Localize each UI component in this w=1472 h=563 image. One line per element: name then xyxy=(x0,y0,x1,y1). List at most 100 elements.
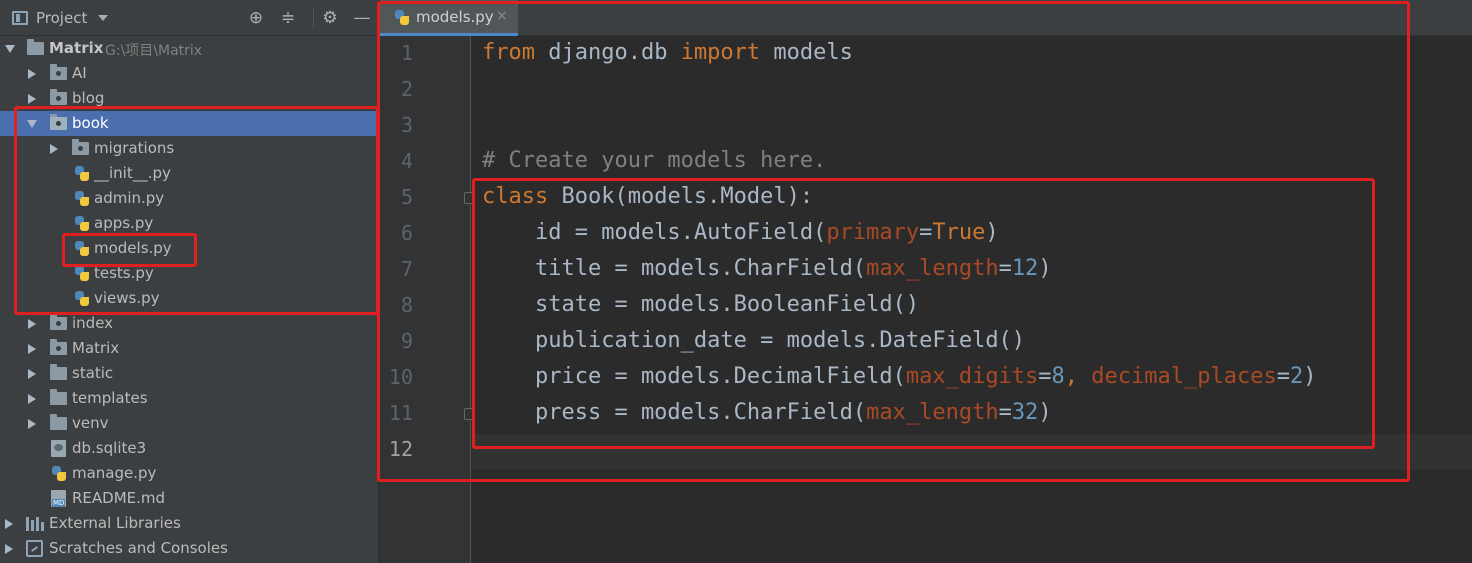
expand-arrow-icon[interactable] xyxy=(27,120,37,128)
collapse-all-icon[interactable]: ≑ xyxy=(278,8,298,28)
line-number: 12 xyxy=(388,437,413,461)
python-file-icon xyxy=(74,265,90,282)
markdown-file-icon: MD xyxy=(51,490,66,507)
tree-item-label: Scratches and Consoles xyxy=(49,539,228,557)
scratches-icon xyxy=(26,540,43,557)
code-line-9: publication_date = models.DateField() xyxy=(482,328,1026,353)
tree-item-blog[interactable]: blog xyxy=(0,86,378,111)
code-token: price = models.DecimalField( xyxy=(482,364,906,389)
toolbar-divider xyxy=(313,8,314,28)
line-number: 8 xyxy=(400,293,413,317)
code-token: ) xyxy=(1038,400,1052,425)
collapse-arrow-icon[interactable] xyxy=(28,369,36,379)
chevron-down-icon[interactable] xyxy=(98,15,108,21)
tree-item-ai[interactable]: AI xyxy=(0,61,378,86)
tree-item-label: README.md xyxy=(72,489,166,507)
tree-item-readme-md[interactable]: MD README.md xyxy=(0,486,378,511)
code-token: = xyxy=(1276,364,1290,389)
project-panel-header: Project ⊕ ≑ ⚙ — xyxy=(0,0,379,36)
number-token: 2 xyxy=(1289,364,1304,389)
line-number: 3 xyxy=(400,113,413,137)
number-token: 8 xyxy=(1051,364,1065,389)
tree-item-init-py[interactable]: __init__.py xyxy=(0,161,378,186)
tree-item-migrations[interactable]: migrations xyxy=(0,136,378,161)
tree-item-label: static xyxy=(72,364,114,382)
code-token: title = models.CharField( xyxy=(482,256,867,281)
code-line-4: # Create your models here. xyxy=(482,148,826,173)
line-number: 10 xyxy=(388,365,413,389)
locate-icon[interactable]: ⊕ xyxy=(246,8,266,28)
tree-item-external-libraries[interactable]: External Libraries xyxy=(0,511,378,536)
line-number-gutter: 1 2 3 4 5 6 7 8 9 10 11 12 xyxy=(380,36,475,563)
code-line-10: price = models.DecimalField(max_digits=8… xyxy=(482,364,1317,389)
collapse-arrow-icon[interactable] xyxy=(28,319,36,329)
comment-token: # Create your models here. xyxy=(482,148,827,173)
code-token: ) xyxy=(1038,256,1052,281)
tree-item-models-py[interactable]: models.py xyxy=(0,236,378,261)
tree-item-label: Matrix xyxy=(49,39,104,57)
tree-item-manage-py[interactable]: manage.py xyxy=(0,461,378,486)
code-token: = xyxy=(998,256,1012,281)
tree-item-views-py[interactable]: views.py xyxy=(0,286,378,311)
collapse-arrow-icon[interactable] xyxy=(5,544,13,554)
keyword-token: class xyxy=(482,184,549,209)
project-view-selector[interactable]: Project xyxy=(36,9,87,27)
tree-item-label: Matrix xyxy=(72,339,120,357)
tree-item-label: blog xyxy=(72,89,105,107)
python-file-icon xyxy=(74,240,90,257)
param-token: primary xyxy=(826,220,920,245)
package-folder-icon xyxy=(50,114,67,130)
tree-item-book[interactable]: book xyxy=(0,111,378,136)
project-icon xyxy=(12,11,28,25)
code-line-6: id = models.AutoField(primary=True) xyxy=(482,220,999,245)
collapse-arrow-icon[interactable] xyxy=(50,144,58,154)
number-token: 32 xyxy=(1011,400,1039,425)
tree-item-index[interactable]: index xyxy=(0,311,378,336)
tree-item-venv[interactable]: venv xyxy=(0,411,378,436)
code-line-11: press = models.CharField(max_length=32) xyxy=(482,400,1052,425)
tree-item-matrix[interactable]: Matrix xyxy=(0,336,378,361)
tree-item-matrix-root[interactable]: Matrix G:\项目\Matrix xyxy=(0,36,378,61)
package-folder-icon xyxy=(50,314,67,330)
code-token: press = models.CharField( xyxy=(482,400,867,425)
line-number: 4 xyxy=(400,149,413,173)
code-editor[interactable]: from django.db import models # Create yo… xyxy=(472,36,1472,563)
tree-item-label: templates xyxy=(72,389,148,407)
tree-item-tests-py[interactable]: tests.py xyxy=(0,261,378,286)
package-folder-icon xyxy=(50,89,67,105)
tree-item-label: admin.py xyxy=(94,189,165,207)
hide-panel-icon[interactable]: — xyxy=(352,8,372,28)
collapse-arrow-icon[interactable] xyxy=(5,519,13,529)
tree-item-label: migrations xyxy=(94,139,175,157)
expand-arrow-icon[interactable] xyxy=(5,45,15,53)
caret-line-highlight xyxy=(472,434,1472,470)
code-token: , xyxy=(1064,364,1092,389)
line-number: 2 xyxy=(400,77,413,101)
collapse-arrow-icon[interactable] xyxy=(28,419,36,429)
tree-item-admin-py[interactable]: admin.py xyxy=(0,186,378,211)
close-icon[interactable]: × xyxy=(496,8,508,24)
tree-item-label: models.py xyxy=(94,239,172,257)
folder-icon xyxy=(50,414,67,430)
code-line-5: class Book(models.Model): xyxy=(482,184,813,209)
tree-item-templates[interactable]: templates xyxy=(0,386,378,411)
tree-item-scratches[interactable]: Scratches and Consoles xyxy=(0,536,378,561)
param-token: decimal_places xyxy=(1091,364,1277,389)
tree-item-static[interactable]: static xyxy=(0,361,378,386)
collapse-arrow-icon[interactable] xyxy=(28,69,36,79)
package-folder-icon xyxy=(72,139,89,155)
tab-models-py[interactable]: models.py × xyxy=(380,0,518,36)
tree-item-apps-py[interactable]: apps.py xyxy=(0,211,378,236)
python-file-icon xyxy=(74,290,90,307)
collapse-arrow-icon[interactable] xyxy=(28,94,36,104)
collapse-arrow-icon[interactable] xyxy=(28,344,36,354)
python-file-icon xyxy=(74,190,90,207)
tree-item-label: db.sqlite3 xyxy=(72,439,147,457)
code-token: = xyxy=(919,220,933,245)
tree-item-label: book xyxy=(72,114,109,132)
tree-item-db-sqlite3[interactable]: db.sqlite3 xyxy=(0,436,378,461)
gear-icon[interactable]: ⚙ xyxy=(320,8,340,28)
param-token: max_length xyxy=(866,400,999,425)
line-number: 6 xyxy=(400,221,413,245)
collapse-arrow-icon[interactable] xyxy=(28,394,36,404)
